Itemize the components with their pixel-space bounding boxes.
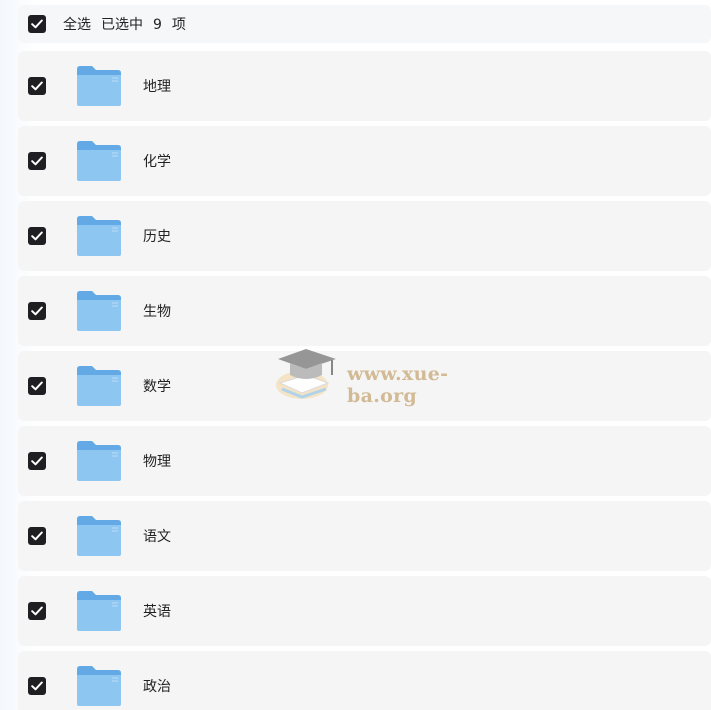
checkbox-checked-icon[interactable] [28,152,46,170]
checkbox-checked-icon[interactable] [28,677,46,695]
list-item[interactable]: 历史 [18,201,711,271]
list-item[interactable]: 生物 [18,276,711,346]
folder-name: 地理 [143,79,171,95]
select-all-checkbox-icon[interactable] [28,15,46,33]
checkbox-checked-icon[interactable] [28,452,46,470]
folder-name: 化学 [143,154,171,170]
list-item[interactable]: 英语 [18,576,711,646]
checkbox-checked-icon[interactable] [28,377,46,395]
selected-prefix: 已选中 [101,17,143,33]
list-item[interactable]: 化学 [18,126,711,196]
selected-count: 9 [153,17,162,33]
select-all-label[interactable]: 全选 [63,17,91,33]
folder-icon [76,365,122,407]
folder-icon [76,665,122,707]
folder-name: 数学 [143,379,171,395]
folder-icon [76,290,122,332]
folder-name: 物理 [143,454,171,470]
selection-header: 全选 已选中 9 项 [18,5,711,43]
folder-name: 英语 [143,604,171,620]
folder-icon [76,440,122,482]
folder-icon [76,140,122,182]
list-item[interactable]: 数学 [18,351,711,421]
selection-status: 全选 已选中 9 项 [63,14,196,34]
checkbox-checked-icon[interactable] [28,77,46,95]
selected-suffix: 项 [171,17,186,33]
folder-name: 历史 [143,229,171,245]
folder-name: 政治 [143,679,171,695]
list-item[interactable]: 地理 [18,51,711,121]
checkbox-checked-icon[interactable] [28,602,46,620]
folder-icon [76,215,122,257]
folder-list: 地理 化学 历史 生物 数学 物理 语文 英语 政治 [18,51,711,710]
list-item[interactable]: 语文 [18,501,711,571]
folder-icon [76,590,122,632]
folder-name: 生物 [143,304,171,320]
checkbox-checked-icon[interactable] [28,227,46,245]
folder-icon [76,515,122,557]
list-item[interactable]: 政治 [18,651,711,710]
checkbox-checked-icon[interactable] [28,527,46,545]
folder-name: 语文 [143,529,171,545]
checkbox-checked-icon[interactable] [28,302,46,320]
folder-icon [76,65,122,107]
list-item[interactable]: 物理 [18,426,711,496]
file-list-page: 全选 已选中 9 项 地理 化学 历史 生物 数学 物理 语文 英语 政治 ww… [0,0,711,710]
